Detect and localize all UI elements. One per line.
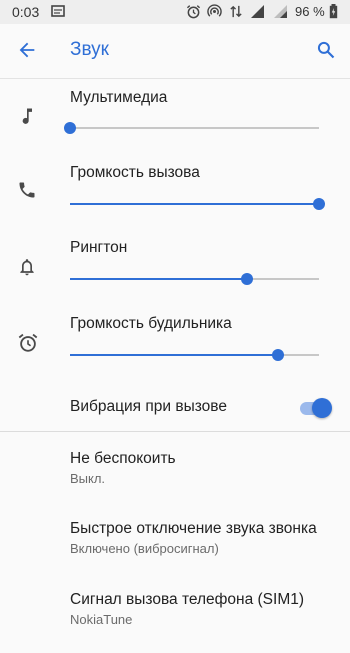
- slider-thumb[interactable]: [271, 349, 284, 361]
- signal-icon: [273, 4, 288, 24]
- slider-fill: [70, 278, 247, 280]
- volume-label-alarm: Громкость будильника: [70, 315, 232, 332]
- alarm-clock-icon: [17, 332, 39, 359]
- vibration-toggle[interactable]: [298, 397, 334, 419]
- signal-icon: [250, 4, 265, 24]
- switch-knob: [312, 398, 332, 418]
- search-icon[interactable]: [316, 40, 336, 65]
- pref-title: Не беспокоить: [70, 450, 176, 467]
- notification-icon: [51, 4, 65, 23]
- arrow-back-icon[interactable]: [16, 39, 38, 66]
- slider-thumb[interactable]: [64, 122, 76, 134]
- volume-row-media: Мультимедиа: [0, 80, 350, 155]
- pref-title: Быстрое отключение звука звонка: [70, 520, 317, 537]
- pref-sim1-ringtone[interactable]: Сигнал вызова телефона (SIM1) NokiaTune: [0, 591, 350, 653]
- music-note-icon: [17, 106, 37, 131]
- divider: [0, 431, 350, 432]
- page-title: Звук: [70, 39, 109, 60]
- pref-summary: Включено (вибросигнал): [70, 541, 219, 556]
- pref-title: Сигнал вызова телефона (SIM1): [70, 591, 305, 608]
- battery-icon: [329, 4, 338, 24]
- slider-fill: [70, 354, 278, 356]
- slider-fill: [70, 203, 319, 205]
- ringtone-volume-slider[interactable]: [70, 271, 319, 287]
- vibration-row[interactable]: Вибрация при вызове: [0, 390, 350, 430]
- vibration-label: Вибрация при вызове: [70, 398, 227, 415]
- alarm-icon: [186, 4, 201, 24]
- volume-label-ringtone: Рингтон: [70, 239, 128, 256]
- volume-label-media: Мультимедиа: [70, 89, 168, 106]
- status-time: 0:03: [12, 4, 40, 20]
- pref-quick-mute[interactable]: Быстрое отключение звука звонка Включено…: [0, 520, 350, 582]
- volume-label-call: Громкость вызова: [70, 164, 200, 181]
- app-bar: Звук: [0, 24, 350, 79]
- volume-row-ringtone: Рингтон: [0, 230, 350, 305]
- pref-do-not-disturb[interactable]: Не беспокоить Выкл.: [0, 450, 350, 512]
- slider-track: [70, 127, 319, 129]
- data-transfer-icon: [229, 4, 243, 24]
- slider-thumb[interactable]: [240, 273, 253, 285]
- volume-row-alarm: Громкость будильника: [0, 306, 350, 381]
- slider-thumb[interactable]: [313, 198, 325, 210]
- bell-icon: [17, 257, 37, 282]
- phone-icon: [17, 180, 37, 205]
- status-bar: 0:03 96 %: [0, 0, 350, 24]
- pref-summary: Выкл.: [70, 471, 106, 486]
- alarm-volume-slider[interactable]: [70, 347, 319, 363]
- call-volume-slider[interactable]: [70, 196, 325, 212]
- media-volume-slider[interactable]: [64, 120, 319, 136]
- volume-row-call: Громкость вызова: [0, 155, 350, 230]
- hotspot-icon: [207, 4, 222, 24]
- pref-summary: NokiaTune: [70, 612, 133, 627]
- battery-percent: 96 %: [295, 4, 325, 19]
